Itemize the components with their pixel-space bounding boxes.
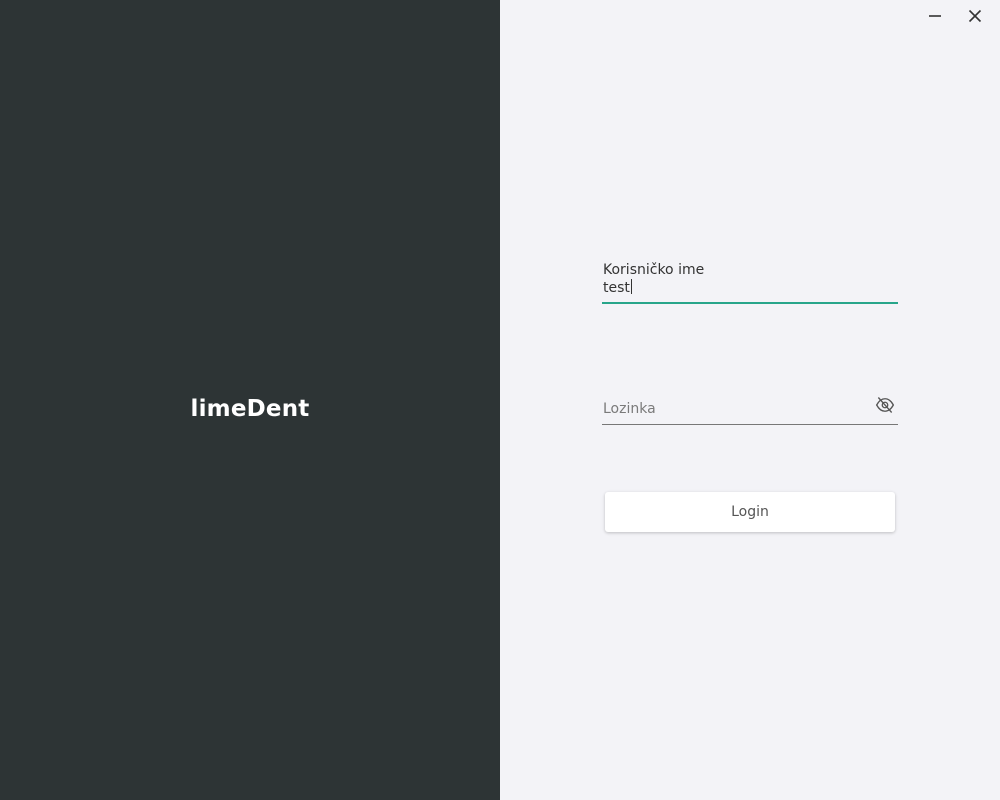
close-button[interactable]: [960, 3, 990, 29]
username-label: Korisničko ime: [603, 262, 705, 278]
password-placeholder: Lozinka: [603, 401, 656, 417]
login-window: limeDent Korisničko ime test Lozinka Log…: [0, 0, 1000, 800]
login-panel: Korisničko ime test Lozinka Login: [500, 0, 1000, 800]
password-underline: [602, 424, 898, 425]
app-logo-text: limeDent: [190, 396, 310, 422]
username-focus-underline: [602, 302, 898, 304]
minimize-icon: [929, 15, 941, 17]
eye-off-icon: [875, 397, 895, 413]
username-value: test: [603, 280, 630, 296]
minimize-button[interactable]: [920, 3, 950, 29]
username-field[interactable]: Korisničko ime test: [602, 262, 898, 304]
password-field[interactable]: Lozinka: [602, 392, 898, 425]
close-icon: [968, 9, 982, 23]
password-visibility-toggle[interactable]: [874, 394, 896, 416]
text-cursor: [630, 279, 632, 294]
username-input[interactable]: test: [603, 279, 632, 296]
login-button[interactable]: Login: [605, 492, 895, 532]
brand-panel: limeDent: [0, 0, 500, 800]
